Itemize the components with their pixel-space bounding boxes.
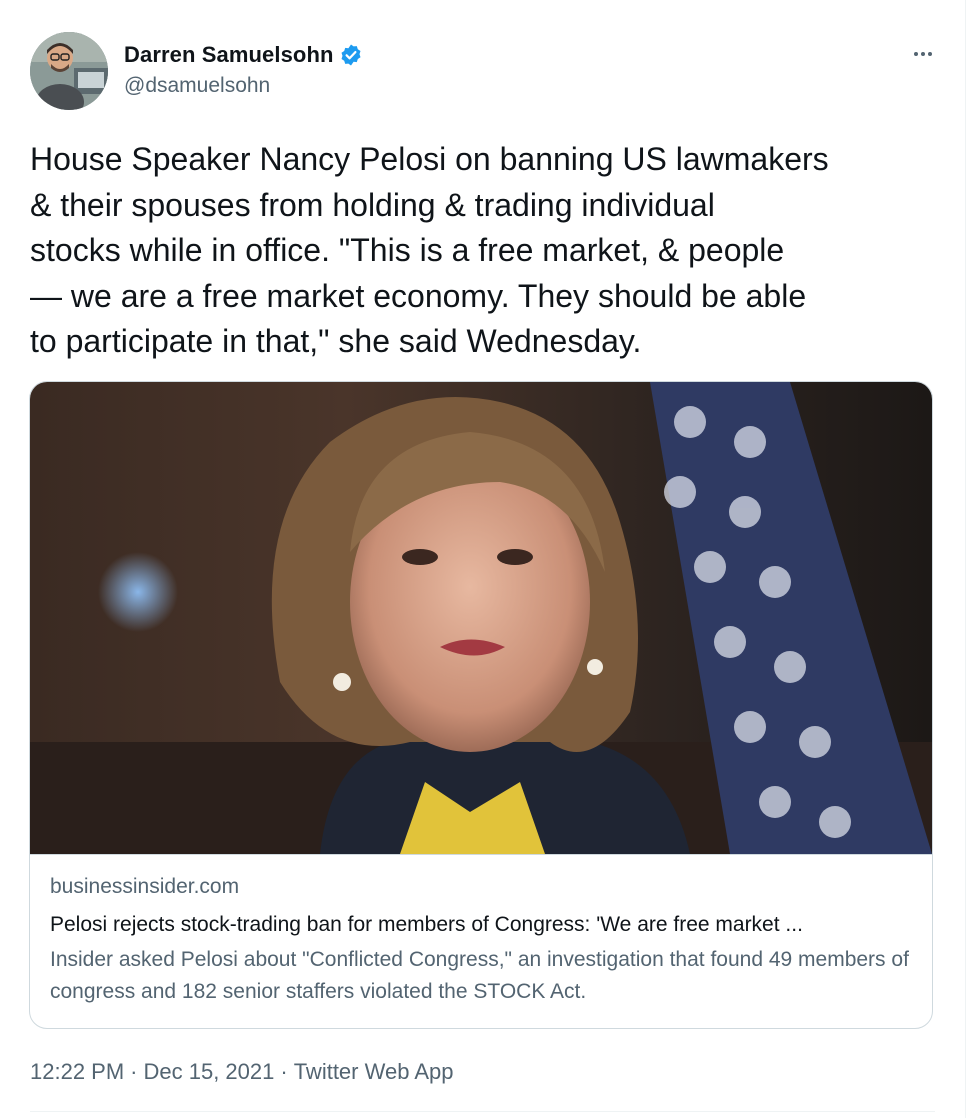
card-description: Insider asked Pelosi about "Conflicted C…: [50, 948, 909, 1003]
separator: ·: [280, 1059, 288, 1084]
tweet-time[interactable]: 12:22 PM: [30, 1059, 124, 1084]
display-name[interactable]: Darren Samuelsohn: [124, 42, 334, 68]
avatar-image: [30, 32, 108, 110]
verified-badge-icon: [339, 43, 363, 67]
card-photo: [30, 382, 932, 854]
more-horizontal-icon[interactable]: [908, 44, 938, 64]
tweet-footer: 12:22 PM · Dec 15, 2021 · Twitter Web App: [30, 1055, 453, 1089]
author-block: Darren Samuelsohn @dsamuelsohn: [124, 40, 363, 98]
more-dot: [928, 52, 932, 56]
tweet-source: Twitter Web App: [293, 1059, 454, 1084]
more-dot: [914, 52, 918, 56]
divider: [30, 1111, 935, 1112]
tweet-date[interactable]: Dec 15, 2021: [144, 1059, 275, 1084]
card-meta: businessinsider.com Pelosi rejects stock…: [50, 872, 920, 1008]
card-image[interactable]: [30, 382, 932, 855]
user-handle[interactable]: @dsamuelsohn: [124, 74, 363, 98]
card-title[interactable]: Pelosi rejects stock-trading ban for mem…: [50, 910, 912, 940]
separator: ·: [130, 1059, 138, 1084]
tweet-container: Darren Samuelsohn @dsamuelsohn House Spe…: [0, 0, 966, 1118]
name-row: Darren Samuelsohn: [124, 40, 363, 70]
avatar[interactable]: [30, 32, 108, 110]
link-card[interactable]: businessinsider.com Pelosi rejects stock…: [29, 381, 933, 1029]
tweet-header: Darren Samuelsohn @dsamuelsohn: [30, 32, 940, 112]
tweet-text: House Speaker Nancy Pelosi on banning US…: [30, 141, 829, 359]
more-dot: [921, 52, 925, 56]
card-domain: businessinsider.com: [50, 875, 240, 898]
